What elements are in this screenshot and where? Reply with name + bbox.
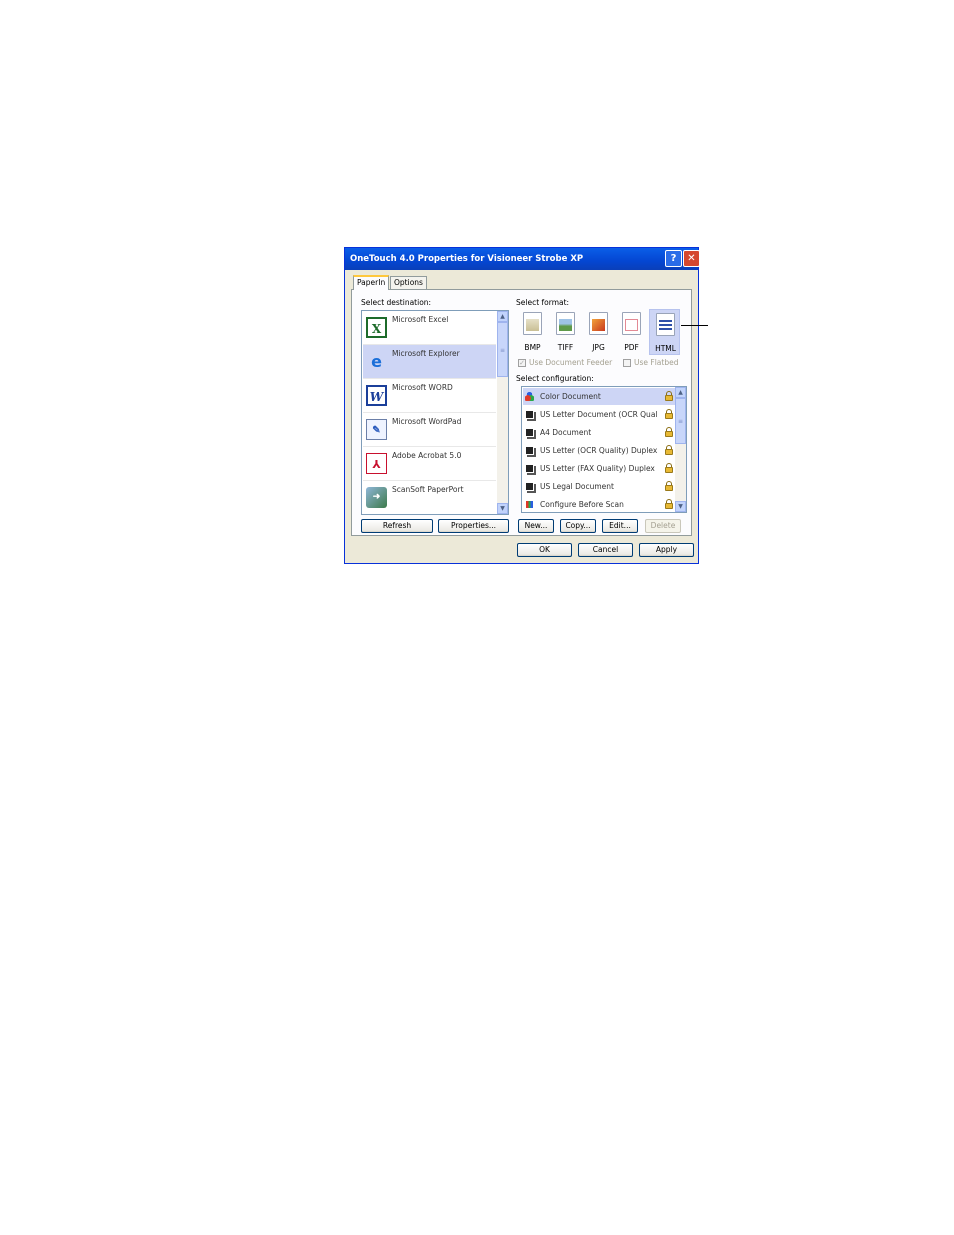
bw-document-icon: [525, 482, 534, 491]
format-jpg[interactable]: JPG: [583, 309, 614, 355]
use-flatbed-label: Use Flatbed: [634, 358, 679, 367]
configure-scan-icon: [525, 500, 534, 509]
lock-icon: [665, 409, 673, 419]
format-label-text: TIFF: [557, 343, 574, 352]
list-item[interactable]: Color Document: [523, 388, 675, 405]
list-item-label: ScanSoft PaperPort: [392, 485, 464, 494]
format-label: Select format:: [516, 298, 570, 307]
format-html[interactable]: HTML: [649, 309, 680, 355]
list-item[interactable]: ✎ Microsoft WordPad: [363, 413, 496, 447]
lock-icon: [665, 391, 673, 401]
configuration-scrollbar[interactable]: ▲ ≡ ▼: [675, 387, 686, 512]
list-item[interactable]: US Letter (FAX Quality) Duplex: [523, 460, 675, 477]
title-bar[interactable]: OneTouch 4.0 Properties for Visioneer St…: [345, 248, 700, 270]
bw-document-icon: [525, 446, 534, 455]
use-document-feeder-checkbox[interactable]: ✓: [518, 359, 526, 367]
internet-explorer-icon: e: [371, 352, 382, 371]
lock-icon: [665, 463, 673, 473]
scroll-thumb[interactable]: ≡: [675, 398, 686, 444]
bw-document-icon: [525, 428, 534, 437]
properties-dialog: OneTouch 4.0 Properties for Visioneer St…: [344, 247, 700, 564]
use-flatbed-checkbox[interactable]: [623, 359, 631, 367]
tab-paperin[interactable]: PaperIn: [353, 275, 390, 290]
paperport-icon: ➜: [366, 487, 387, 508]
configuration-label: Select configuration:: [516, 374, 594, 383]
list-item-label: US Letter (FAX Quality) Duplex: [540, 464, 655, 473]
help-button[interactable]: ?: [665, 250, 682, 267]
wordpad-icon: ✎: [366, 419, 387, 440]
list-item-label: US Letter (OCR Quality) Duplex: [540, 446, 658, 455]
scroll-thumb[interactable]: ≡: [497, 322, 508, 377]
list-item[interactable]: US Legal Document: [523, 478, 675, 495]
jpg-file-icon: [589, 312, 608, 335]
lock-icon: [665, 499, 673, 509]
list-item-label: Microsoft Excel: [392, 315, 449, 324]
excel-icon: X: [366, 317, 387, 338]
lock-icon: [665, 481, 673, 491]
list-item-label: A4 Document: [540, 428, 592, 437]
list-item-label: Microsoft Explorer: [392, 349, 460, 358]
format-tiff[interactable]: TIFF: [550, 309, 581, 355]
acrobat-icon: ⅄: [366, 453, 387, 474]
pdf-file-icon: [622, 312, 641, 335]
copy-button[interactable]: Copy...: [560, 519, 596, 533]
format-label-text: JPG: [592, 343, 605, 352]
list-item-label: Adobe Acrobat 5.0: [392, 451, 462, 460]
new-button[interactable]: New...: [518, 519, 554, 533]
edit-button[interactable]: Edit...: [602, 519, 638, 533]
bw-document-icon: [525, 464, 534, 473]
tab-options[interactable]: Options: [390, 276, 427, 289]
list-item-label: Color Document: [540, 392, 601, 401]
list-item[interactable]: e Microsoft Explorer: [363, 345, 496, 379]
close-button[interactable]: ✕: [683, 250, 700, 267]
scroll-down-arrow-icon[interactable]: ▼: [675, 501, 686, 512]
format-label-text: BMP: [524, 343, 541, 352]
list-item[interactable]: A4 Document: [523, 424, 675, 441]
lock-icon: [665, 445, 673, 455]
list-item[interactable]: ⅄ Adobe Acrobat 5.0: [363, 447, 496, 481]
html-file-icon: [656, 313, 675, 336]
scroll-down-arrow-icon[interactable]: ▼: [497, 503, 508, 514]
scroll-up-arrow-icon[interactable]: ▲: [675, 387, 686, 398]
tab-panel: Select destination: X Microsoft Excel e …: [351, 289, 692, 536]
list-item-label: US Letter Document (OCR Qualit: [540, 410, 658, 419]
list-item[interactable]: Configure Before Scan: [523, 496, 675, 512]
ok-button[interactable]: OK: [517, 543, 572, 557]
bw-document-icon: [525, 410, 534, 419]
list-item[interactable]: W Microsoft WORD: [363, 379, 496, 413]
list-item-label: Configure Before Scan: [540, 500, 624, 509]
destination-scrollbar[interactable]: ▲ ≡ ▼: [497, 311, 508, 514]
list-item-label: Microsoft WordPad: [392, 417, 462, 426]
destination-list[interactable]: X Microsoft Excel e Microsoft Explorer W…: [361, 310, 509, 515]
lock-icon: [665, 427, 673, 437]
list-item[interactable]: X Microsoft Excel: [363, 311, 496, 345]
format-bmp[interactable]: BMP: [517, 309, 548, 355]
list-item[interactable]: US Letter Document (OCR Qualit: [523, 406, 675, 423]
tiff-file-icon: [556, 312, 575, 335]
callout-line: [681, 325, 708, 326]
list-item-label: Microsoft WORD: [392, 383, 453, 392]
bmp-file-icon: [523, 312, 542, 335]
configuration-list[interactable]: Color Document US Letter Document (OCR Q…: [521, 386, 687, 513]
list-item[interactable]: ➜ ScanSoft PaperPort: [363, 481, 496, 514]
format-label-text: HTML: [655, 344, 676, 353]
refresh-button[interactable]: Refresh: [361, 519, 433, 533]
format-pdf[interactable]: PDF: [616, 309, 647, 355]
destination-label: Select destination:: [361, 298, 432, 307]
word-icon: W: [366, 385, 387, 406]
properties-button[interactable]: Properties...: [438, 519, 509, 533]
color-document-icon: [525, 392, 534, 401]
list-item-label: US Legal Document: [540, 482, 614, 491]
window-title: OneTouch 4.0 Properties for Visioneer St…: [350, 254, 584, 264]
scroll-up-arrow-icon[interactable]: ▲: [497, 311, 508, 322]
delete-button[interactable]: Delete: [645, 519, 681, 533]
list-item[interactable]: US Letter (OCR Quality) Duplex: [523, 442, 675, 459]
format-label-text: PDF: [624, 343, 639, 352]
apply-button[interactable]: Apply: [639, 543, 694, 557]
cancel-button[interactable]: Cancel: [578, 543, 633, 557]
use-document-feeder-label: Use Document Feeder: [529, 358, 613, 367]
